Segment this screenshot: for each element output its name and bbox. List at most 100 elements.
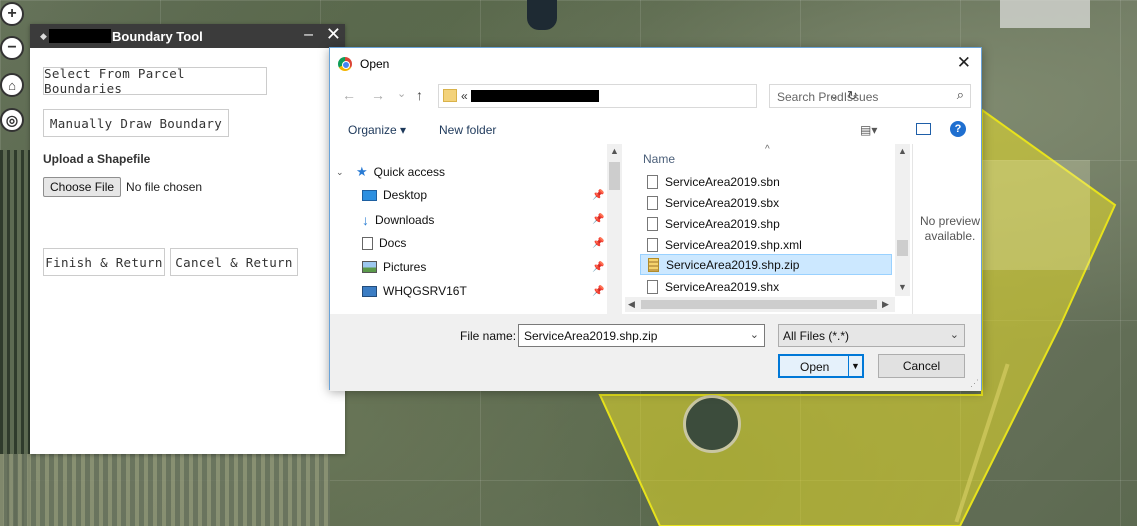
open-button-label: Open [800,360,830,374]
help-icon[interactable]: ? [950,121,966,137]
file-row[interactable]: ServiceArea2019.sbx [640,192,892,213]
pin-icon[interactable]: 📌 [592,238,604,249]
dialog-close-icon[interactable]: ✕ [957,53,971,73]
file-icon [647,195,658,210]
file-type-select[interactable]: All Files (*.*) ⌄ [778,324,965,347]
pin-icon[interactable]: 📌 [592,262,604,273]
minimize-button[interactable]: – [304,26,313,44]
download-icon: ↓ [362,212,369,228]
search-placeholder: Search ProdIssues [777,90,879,104]
no-preview-text: No preview available. [919,214,981,243]
zip-file-icon [648,257,659,272]
address-bar[interactable]: « ⌄ ↻ [438,84,858,108]
dialog-title: Open [360,57,390,71]
file-list: ^ Name ServiceArea2019.sbn ServiceArea20… [625,144,910,314]
file-row[interactable]: ServiceArea2019.sbn [640,171,892,192]
home-icon: ⌂ [8,77,16,93]
nav-item-pictures[interactable]: Pictures [362,260,426,274]
redacted-path [471,90,599,102]
computer-icon [362,285,377,297]
cancel-return-button[interactable]: Cancel & Return [170,248,298,276]
file-name: ServiceArea2019.shp.xml [665,237,802,252]
pin-icon[interactable]: 📌 [592,190,604,201]
file-row[interactable]: ServiceArea2019.shp.xml [640,234,892,255]
file-name: ServiceArea2019.shp.zip [666,257,800,272]
sort-indicator-icon: ^ [765,144,770,155]
file-name: ServiceArea2019.shx [665,279,780,294]
file-name-label: File name: [460,329,517,343]
cancel-button[interactable]: Cancel [878,354,965,378]
preview-pane-icon[interactable] [916,123,931,135]
choose-file-button[interactable]: Choose File [43,177,122,197]
desktop-icon [362,189,377,201]
finish-return-button[interactable]: Finish & Return [43,248,165,276]
file-icon [647,174,658,189]
file-name-input[interactable]: ServiceArea2019.shp.zip ⌄ [518,324,765,347]
hscroll-thumb[interactable] [641,300,877,309]
back-arrow-icon[interactable]: ← [342,87,356,103]
file-name: ServiceArea2019.sbn [665,174,780,189]
dialog-footer: File name: ServiceArea2019.shp.zip ⌄ All… [330,314,981,391]
nav-item-quick-access[interactable]: ★ Quick access [356,164,445,180]
upload-shapefile-heading: Upload a Shapefile [43,152,151,166]
nav-label: Downloads [375,213,435,227]
open-file-dialog: Open ✕ ← → ⌄ ↑ « ⌄ ↻ Search ProdIssues ⌕… [329,47,982,391]
chevron-down-icon[interactable]: ⌄ [950,328,959,341]
file-list-hscrollbar[interactable]: ◀ ▶ [625,297,895,312]
nav-scrollbar[interactable]: ▲ [607,144,622,315]
file-list-scrollbar[interactable]: ▲ ▼ [895,144,910,296]
file-scroll-thumb[interactable] [897,240,908,256]
file-name-value: ServiceArea2019.shp.zip [524,329,658,343]
open-options-icon[interactable]: ▼ [848,356,862,376]
file-icon [647,279,658,294]
forward-arrow-icon[interactable]: → [371,87,385,103]
breadcrumb-overflow[interactable]: « [461,89,468,103]
preview-pane: No preview available. [912,144,982,314]
file-icon [647,216,658,231]
file-name: ServiceArea2019.sbx [665,195,780,210]
organize-menu[interactable]: Organize ▾ [348,123,406,137]
file-row[interactable]: ServiceArea2019.shx [640,276,892,297]
boundary-tool-header[interactable]: ◆ Boundary Tool – ✕ [30,24,345,48]
pin-icon[interactable]: 📌 [592,286,604,297]
zoom-out-button[interactable]: − [0,36,24,60]
chevron-down-icon[interactable]: ⌄ [750,328,759,341]
nav-label: Quick access [373,165,446,179]
recent-locations-icon[interactable]: ⌄ [397,87,406,100]
home-button[interactable]: ⌂ [0,73,24,97]
no-file-chosen-text: No file chosen [126,180,203,194]
select-parcel-button[interactable]: Select From Parcel Boundaries [43,66,267,96]
search-icon: ⌕ [956,87,964,102]
locate-button[interactable]: ◎ [0,108,24,132]
file-row-selected[interactable]: ServiceArea2019.shp.zip [640,254,892,275]
chrome-icon [338,57,352,71]
up-arrow-icon[interactable]: ↑ [416,87,423,103]
navigation-pane: ⌄ ★ Quick access Desktop 📌 ↓ Downloads 📌… [330,144,622,315]
close-icon[interactable]: ✕ [326,24,341,45]
nav-item-downloads[interactable]: ↓ Downloads [362,212,434,228]
redacted-text [49,29,111,43]
nav-item-docs[interactable]: Docs [362,236,406,250]
boundary-tool-title: Boundary Tool [112,28,203,44]
new-folder-button[interactable]: New folder [439,123,496,137]
dialog-title-bar[interactable]: Open ✕ [330,48,981,79]
document-icon [362,236,373,250]
boundary-tool-panel: ◆ Boundary Tool – ✕ Select From Parcel B… [30,24,345,454]
nav-scroll-thumb[interactable] [609,162,620,190]
map-pond [683,395,741,453]
star-icon: ★ [356,164,368,179]
pictures-icon [362,261,377,273]
resize-grip-icon[interactable]: ⋰ [970,378,979,389]
expand-chevron-icon[interactable]: ⌄ [336,167,344,178]
view-options-icon[interactable]: ▤▾ [860,123,877,137]
nav-item-whqgsrv16t[interactable]: WHQGSRV16T [362,284,467,298]
file-name: ServiceArea2019.shp [665,216,780,231]
draw-boundary-button[interactable]: Manually Draw Boundary [43,109,229,137]
nav-item-desktop[interactable]: Desktop [362,188,427,202]
search-input[interactable]: Search ProdIssues ⌕ [769,84,971,108]
zoom-in-button[interactable]: + [0,2,24,26]
open-button[interactable]: Open ▼ [778,354,864,378]
pin-icon[interactable]: 📌 [592,214,604,225]
column-header-name[interactable]: Name [643,152,675,166]
file-row[interactable]: ServiceArea2019.shp [640,213,892,234]
